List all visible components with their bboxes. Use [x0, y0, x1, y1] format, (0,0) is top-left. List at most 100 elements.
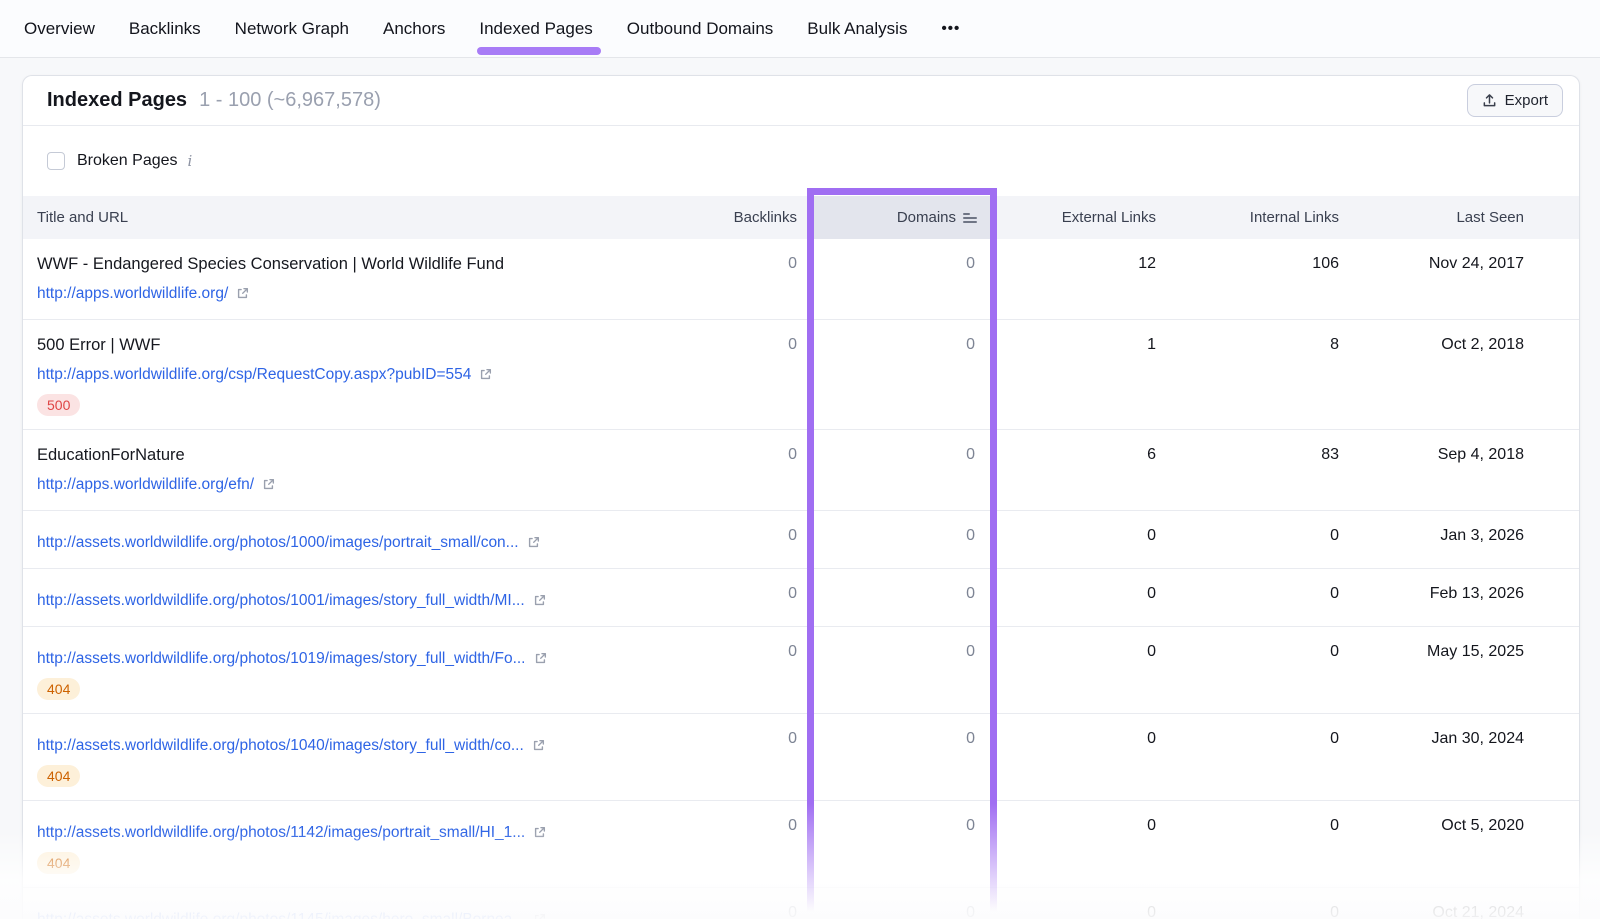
domains-value: 0 [807, 320, 997, 429]
external-link-icon[interactable] [236, 287, 249, 300]
indexed-pages-card: Indexed Pages 1 - 100 (~6,967,578) Expor… [22, 75, 1580, 919]
more-tabs-button[interactable]: ••• [941, 0, 960, 57]
title-url-cell: http://assets.worldwildlife.org/photos/1… [23, 627, 667, 713]
external-link-icon[interactable] [479, 368, 492, 381]
column-header-external-links[interactable]: External Links [997, 196, 1167, 239]
last-seen-value: Sep 4, 2018 [1350, 430, 1524, 510]
tab-backlinks[interactable]: Backlinks [129, 0, 201, 57]
domains-value: 0 [807, 801, 997, 887]
internal-links-value: 106 [1167, 239, 1350, 319]
backlinks-value: 0 [667, 569, 807, 626]
domains-value: 0 [807, 714, 997, 800]
tab-outbound-domains[interactable]: Outbound Domains [627, 0, 773, 57]
column-header-last-seen[interactable]: Last Seen [1350, 196, 1524, 239]
tab-overview[interactable]: Overview [24, 0, 95, 57]
broken-pages-label: Broken Pages [77, 152, 178, 170]
title-url-cell: http://assets.worldwildlife.org/photos/1… [23, 801, 667, 887]
last-seen-value: Feb 13, 2026 [1350, 569, 1524, 626]
page-url-link[interactable]: http://apps.worldwildlife.org/ [37, 281, 228, 306]
tab-bulk-analysis[interactable]: Bulk Analysis [807, 0, 907, 57]
title-url-cell: 500 Error | WWF http://apps.worldwildlif… [23, 320, 667, 429]
table-row: http://assets.worldwildlife.org/photos/1… [23, 511, 1579, 569]
page-url-link[interactable]: http://assets.worldwildlife.org/photos/1… [37, 530, 519, 555]
page-url-link[interactable]: http://assets.worldwildlife.org/photos/1… [37, 820, 525, 845]
title-url-cell: http://assets.worldwildlife.org/photos/1… [23, 888, 667, 919]
domains-value: 0 [807, 511, 997, 568]
internal-links-value: 0 [1167, 627, 1350, 713]
last-seen-value: Nov 24, 2017 [1350, 239, 1524, 319]
external-link-icon[interactable] [262, 478, 275, 491]
backlinks-value: 0 [667, 511, 807, 568]
last-seen-value: Oct 5, 2020 [1350, 801, 1524, 887]
table-row: 500 Error | WWF http://apps.worldwildlif… [23, 320, 1579, 430]
last-seen-value: May 15, 2025 [1350, 627, 1524, 713]
external-link-icon[interactable] [534, 652, 547, 665]
domains-value: 0 [807, 888, 997, 919]
tab-anchors[interactable]: Anchors [383, 0, 445, 57]
external-links-value: 0 [997, 888, 1167, 919]
card-header: Indexed Pages 1 - 100 (~6,967,578) Expor… [23, 76, 1579, 126]
last-seen-value: Jan 30, 2024 [1350, 714, 1524, 800]
external-link-icon[interactable] [533, 826, 546, 839]
external-links-value: 0 [997, 627, 1167, 713]
title-url-cell: http://assets.worldwildlife.org/photos/1… [23, 714, 667, 800]
column-header-title-url[interactable]: Title and URL [23, 196, 667, 239]
external-link-icon[interactable] [532, 739, 545, 752]
column-header-domains[interactable]: Domains [807, 196, 997, 239]
external-links-value: 12 [997, 239, 1167, 319]
domains-value: 0 [807, 569, 997, 626]
table-row: http://assets.worldwildlife.org/photos/1… [23, 714, 1579, 801]
page-url-link[interactable]: http://assets.worldwildlife.org/photos/1… [37, 907, 525, 919]
backlinks-value: 0 [667, 801, 807, 887]
backlinks-value: 0 [667, 627, 807, 713]
external-link-icon[interactable] [533, 913, 546, 919]
table-row: EducationForNature http://apps.worldwild… [23, 430, 1579, 511]
active-tab-underline [477, 47, 600, 55]
external-links-value: 0 [997, 801, 1167, 887]
external-links-value: 6 [997, 430, 1167, 510]
page-url-link[interactable]: http://apps.worldwildlife.org/efn/ [37, 472, 254, 497]
external-link-icon[interactable] [533, 594, 546, 607]
external-links-value: 1 [997, 320, 1167, 429]
page-title: WWF - Endangered Species Conservation | … [37, 253, 657, 276]
tab-indexed-pages[interactable]: Indexed Pages [479, 0, 592, 57]
broken-pages-checkbox[interactable] [47, 152, 65, 170]
status-code-badge: 404 [37, 678, 80, 700]
title-url-cell: WWF - Endangered Species Conservation | … [23, 239, 667, 319]
external-links-value: 0 [997, 511, 1167, 568]
page-url-link[interactable]: http://apps.worldwildlife.org/csp/Reques… [37, 362, 471, 387]
filter-row: Broken Pages i [23, 126, 1579, 196]
status-code-badge: 404 [37, 852, 80, 874]
column-header-backlinks[interactable]: Backlinks [667, 196, 807, 239]
page-url-link[interactable]: http://assets.worldwildlife.org/photos/1… [37, 646, 526, 671]
ellipsis-icon: ••• [941, 20, 960, 37]
status-code-badge: 404 [37, 765, 80, 787]
backlinks-value: 0 [667, 320, 807, 429]
internal-links-value: 0 [1167, 801, 1350, 887]
page-url-link[interactable]: http://assets.worldwildlife.org/photos/1… [37, 733, 524, 758]
column-header-internal-links[interactable]: Internal Links [1167, 196, 1350, 239]
last-seen-value: Oct 2, 2018 [1350, 320, 1524, 429]
page-title: 500 Error | WWF [37, 334, 657, 357]
info-icon[interactable]: i [188, 152, 193, 170]
table-body: WWF - Endangered Species Conservation | … [23, 239, 1579, 919]
backlinks-value: 0 [667, 239, 807, 319]
sort-icon [963, 213, 977, 223]
internal-links-value: 0 [1167, 714, 1350, 800]
result-range: 1 - 100 (~6,967,578) [199, 89, 381, 112]
status-code-badge: 500 [37, 394, 80, 416]
export-icon [1482, 93, 1497, 108]
internal-links-value: 0 [1167, 511, 1350, 568]
domains-value: 0 [807, 430, 997, 510]
backlinks-value: 0 [667, 430, 807, 510]
external-links-value: 0 [997, 714, 1167, 800]
table-row: http://assets.worldwildlife.org/photos/1… [23, 569, 1579, 627]
export-button[interactable]: Export [1467, 84, 1563, 117]
external-link-icon[interactable] [527, 536, 540, 549]
page-title: EducationForNature [37, 444, 657, 467]
external-links-value: 0 [997, 569, 1167, 626]
title-url-cell: EducationForNature http://apps.worldwild… [23, 430, 667, 510]
internal-links-value: 0 [1167, 569, 1350, 626]
page-url-link[interactable]: http://assets.worldwildlife.org/photos/1… [37, 588, 525, 613]
tab-network-graph[interactable]: Network Graph [235, 0, 349, 57]
